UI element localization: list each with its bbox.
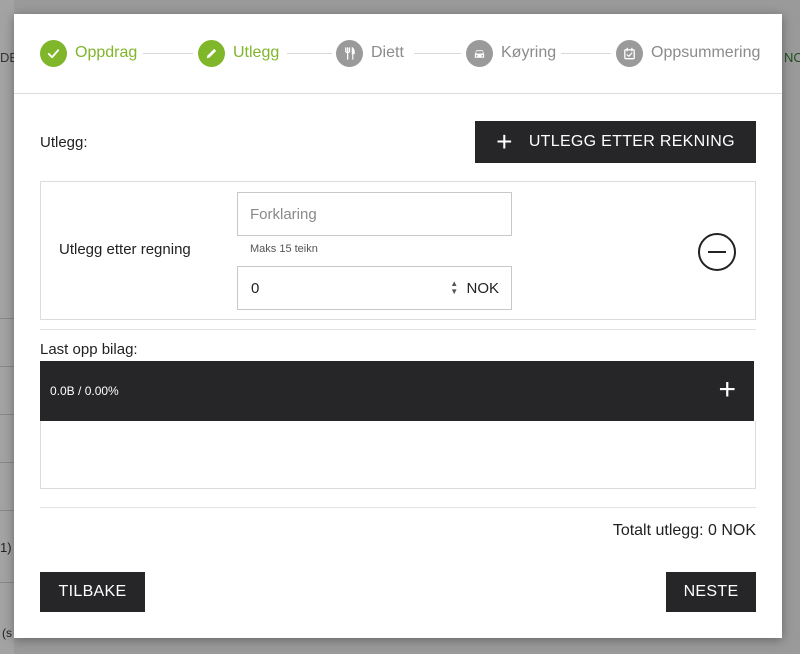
background-divider	[0, 462, 14, 463]
back-button-label: TILBAKE	[58, 583, 127, 600]
pencil-icon	[198, 39, 225, 67]
remove-expense-button[interactable]	[698, 233, 736, 271]
amount-stepper[interactable]: ▲ ▼	[450, 280, 458, 296]
check-icon	[40, 39, 67, 67]
background-divider	[0, 582, 14, 583]
expense-item-title: Utlegg etter regning	[59, 241, 191, 258]
background-divider	[0, 414, 14, 415]
expense-item-card: Utlegg etter regning Maks 15 teikn ▲ ▼ N…	[40, 181, 756, 320]
add-file-icon[interactable]: +	[718, 375, 736, 405]
expense-modal: Oppdrag Utlegg Diett Køyring Oppsummerin…	[14, 14, 782, 638]
step-connector	[287, 53, 332, 54]
calendar-check-icon	[616, 39, 643, 67]
minus-icon	[708, 251, 726, 253]
amount-input[interactable]	[238, 279, 450, 297]
step-utlegg[interactable]: Utlegg	[198, 39, 279, 67]
wizard-stepper: Oppdrag Utlegg Diett Køyring Oppsummerin…	[14, 14, 782, 94]
upload-section-label: Last opp bilag:	[40, 341, 138, 358]
section-divider	[40, 329, 756, 330]
upload-toolbar: 0.0B / 0.00% +	[40, 361, 754, 421]
description-hint: Maks 15 teikn	[250, 243, 318, 255]
step-connector	[143, 53, 193, 54]
fork-knife-icon	[336, 39, 363, 67]
expenses-section-label: Utlegg:	[40, 134, 88, 151]
next-button[interactable]: NESTE	[666, 572, 756, 612]
background-left-strip	[0, 0, 14, 654]
background-divider	[0, 318, 14, 319]
total-expenses: Totalt utlegg: 0 NOK	[612, 522, 756, 539]
step-label: Køyring	[501, 44, 557, 61]
description-input[interactable]	[237, 192, 512, 236]
step-label: Oppdrag	[75, 44, 138, 61]
upload-progress-text: 0.0B / 0.00%	[50, 384, 119, 398]
upload-dropzone[interactable]	[40, 421, 756, 489]
step-koyring[interactable]: Køyring	[466, 39, 556, 67]
section-divider	[40, 507, 756, 508]
background-text: 1)	[0, 540, 12, 555]
add-expense-button-label: UTLEGG ETTER REKNING	[528, 133, 735, 150]
chevron-down-icon[interactable]: ▼	[450, 288, 458, 296]
step-label: Oppsummering	[651, 44, 761, 61]
plus-icon: +	[496, 126, 513, 157]
background-divider	[0, 366, 14, 367]
step-oppdrag[interactable]: Oppdrag	[40, 39, 137, 67]
add-expense-button[interactable]: + UTLEGG ETTER REKNING	[475, 121, 756, 163]
car-icon	[466, 39, 493, 67]
step-label: Utlegg	[233, 44, 280, 61]
step-label: Diett	[371, 44, 404, 61]
background-text: (s	[2, 626, 12, 640]
background-text: NC	[784, 50, 800, 65]
step-connector	[414, 53, 461, 54]
back-button[interactable]: TILBAKE	[40, 572, 145, 612]
amount-field[interactable]: ▲ ▼ NOK	[237, 266, 512, 310]
currency-label: NOK	[466, 279, 499, 297]
background-divider	[0, 510, 14, 511]
next-button-label: NESTE	[683, 583, 739, 600]
step-connector	[561, 53, 611, 54]
step-oppsummering[interactable]: Oppsummering	[616, 39, 760, 67]
step-diett[interactable]: Diett	[336, 39, 404, 67]
